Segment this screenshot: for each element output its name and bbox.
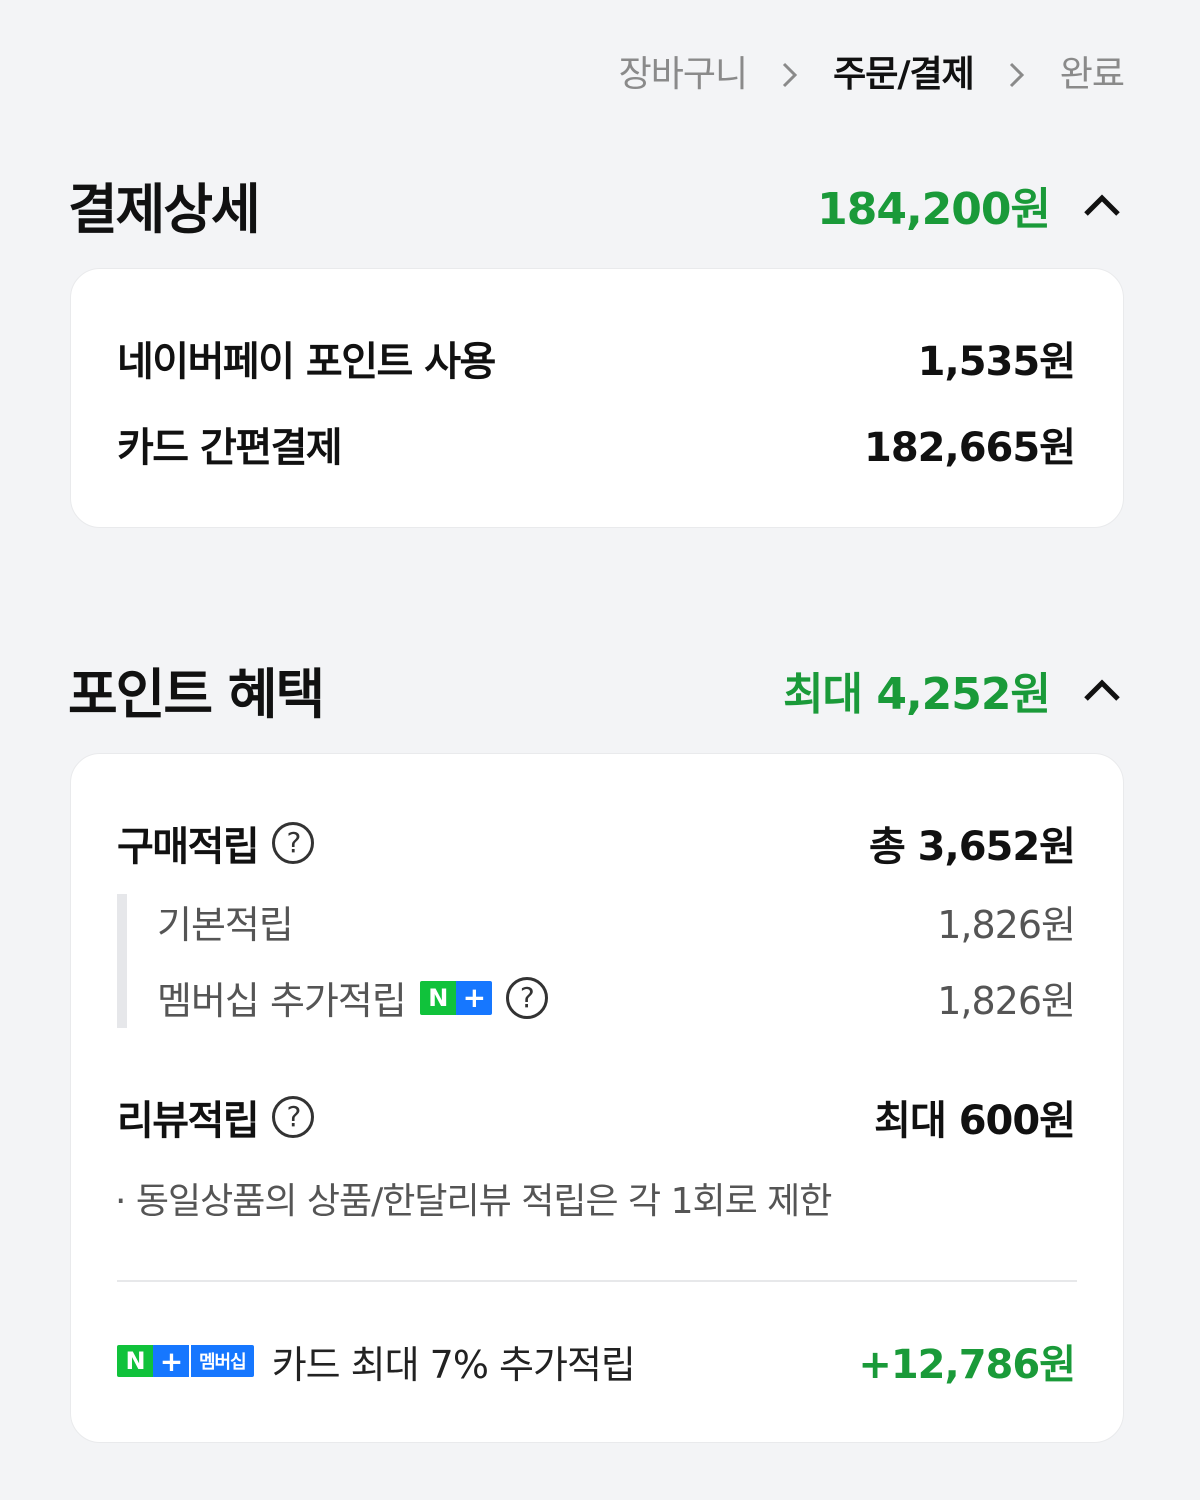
card-promo-label-group: N + 멤버십 카드 최대 7% 추가적립	[117, 1334, 636, 1389]
card-promo-row[interactable]: N + 멤버십 카드 최대 7% 추가적립 +12,786원	[117, 1332, 1076, 1390]
breadcrumb-step-complete: 완료	[1059, 54, 1125, 95]
payment-section-summary: 184,200원	[817, 173, 1124, 237]
membership-accrual-label: 멤버십 추가적립	[157, 979, 407, 1023]
purchase-accrual-row: 구매적립 ? 총 3,652원	[117, 814, 1076, 872]
payment-section-header[interactable]: 결제상세 184,200원	[68, 165, 1124, 244]
breadcrumb-step-order: 주문/결제	[833, 54, 975, 95]
basic-accrual-row: 기본적립 1,826원	[157, 894, 1076, 949]
membership-accrual-value: 1,826원	[937, 979, 1076, 1023]
review-accrual-label: 리뷰적립	[117, 1098, 260, 1144]
sub-item-bar	[117, 894, 127, 1028]
review-accrual-row: 리뷰적립 ? 최대 600원	[117, 1088, 1076, 1146]
review-accrual-note: · 동일상품의 상품/한달리뷰 적립은 각 1회로 제한	[115, 1181, 832, 1222]
points-section-summary: 최대 4,252원	[783, 658, 1124, 722]
basic-accrual-label: 기본적립	[157, 903, 294, 947]
question-circle-icon[interactable]: ?	[272, 1096, 315, 1138]
purchase-accrual-label: 구매적립	[117, 824, 260, 870]
points-benefit-card: 구매적립 ? 총 3,652원 기본적립 1,826원 멤버십 추가적립 N +…	[70, 753, 1124, 1443]
points-section-title: 포인트 혜택	[68, 663, 325, 726]
card-promo-label: 카드 최대 7% 추가적립	[271, 1342, 636, 1387]
purchase-accrual-label-group: 구매적립 ?	[117, 814, 315, 872]
points-total: 최대 4,252원	[783, 668, 1051, 720]
chevron-right-icon	[974, 52, 1060, 98]
question-circle-icon[interactable]: ?	[505, 976, 548, 1019]
divider	[117, 1280, 1077, 1282]
payment-section-title: 결제상세	[68, 178, 261, 241]
chevron-up-icon[interactable]	[1080, 668, 1124, 712]
chevron-up-icon[interactable]	[1080, 183, 1124, 227]
checkout-page: 장바구니 주문/결제 완료 결제상세 184,200원 네이버페이 포인트 사용…	[0, 0, 1200, 1500]
breadcrumb-step-cart: 장바구니	[618, 54, 748, 95]
review-accrual-value: 최대 600원	[874, 1098, 1076, 1144]
points-section-header[interactable]: 포인트 혜택 최대 4,252원	[68, 650, 1124, 729]
card-promo-value: +12,786원	[858, 1342, 1076, 1388]
payment-row-value: 1,535원	[917, 339, 1076, 385]
membership-accrual-label-group: 멤버십 추가적립 N + ?	[157, 970, 548, 1025]
nplus-membership-badge-icon: N + 멤버십	[117, 1345, 254, 1377]
payment-row-value: 182,665원	[864, 425, 1076, 471]
membership-accrual-row: 멤버십 추가적립 N + ? 1,826원	[157, 970, 1076, 1025]
basic-accrual-value: 1,826원	[937, 903, 1076, 947]
nplus-badge-icon: N +	[419, 980, 492, 1015]
payment-row-card: 카드 간편결제 182,665원	[117, 415, 1076, 473]
chevron-right-icon	[747, 52, 833, 98]
breadcrumb: 장바구니 주문/결제 완료	[618, 52, 1125, 98]
payment-row-label: 카드 간편결제	[117, 425, 343, 471]
payment-row-points: 네이버페이 포인트 사용 1,535원	[117, 329, 1076, 387]
payment-total: 184,200원	[817, 183, 1051, 235]
purchase-accrual-value: 총 3,652원	[868, 824, 1076, 870]
question-circle-icon[interactable]: ?	[272, 822, 315, 864]
payment-detail-card: 네이버페이 포인트 사용 1,535원 카드 간편결제 182,665원	[70, 268, 1124, 528]
review-accrual-label-group: 리뷰적립 ?	[117, 1088, 315, 1146]
payment-row-label: 네이버페이 포인트 사용	[117, 339, 496, 385]
